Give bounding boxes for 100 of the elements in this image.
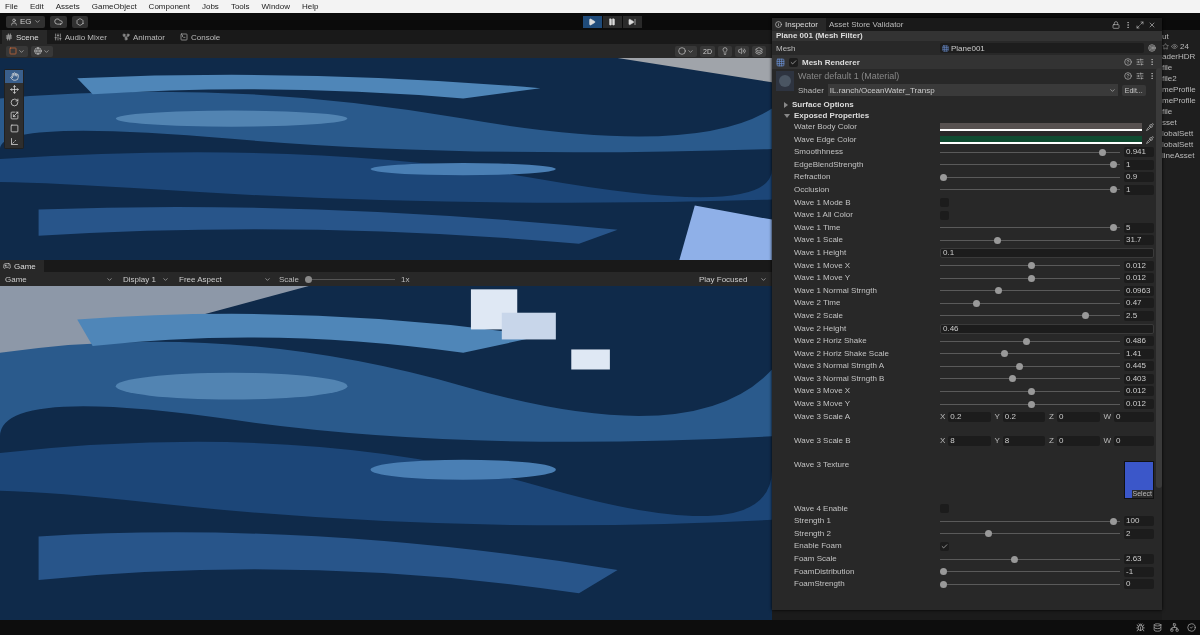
slider-thumb[interactable] xyxy=(940,173,947,181)
slider-thumb[interactable] xyxy=(1016,362,1024,370)
slider-thumb[interactable] xyxy=(993,236,1001,244)
slider-thumb[interactable] xyxy=(1009,375,1017,383)
network-icon[interactable] xyxy=(1170,623,1179,632)
rotate-tool-button[interactable] xyxy=(5,96,23,109)
value-field[interactable]: 0.0963 xyxy=(1124,285,1154,296)
slider-thumb[interactable] xyxy=(1109,186,1117,194)
value-field[interactable]: 2 xyxy=(1124,528,1154,539)
slider-thumb[interactable] xyxy=(1099,148,1107,156)
asset-item[interactable]: lineAsset xyxy=(1162,151,1200,161)
slider-thumb[interactable] xyxy=(1023,337,1031,345)
color-swatch[interactable] xyxy=(940,135,1142,144)
panel-tab[interactable]: Console xyxy=(176,30,229,44)
more-icon[interactable] xyxy=(1124,20,1132,29)
bug-icon[interactable] xyxy=(1136,623,1145,632)
menu-item[interactable]: File xyxy=(5,2,18,11)
asset-item[interactable]: file xyxy=(1162,63,1200,73)
scale-slider[interactable] xyxy=(305,275,395,283)
slider-thumb[interactable] xyxy=(305,275,312,283)
help-icon[interactable] xyxy=(1124,58,1132,66)
menu-item[interactable]: Edit xyxy=(29,2,44,11)
eyedropper-icon[interactable] xyxy=(1146,123,1154,131)
eyedropper-icon[interactable] xyxy=(1146,135,1154,144)
slider-thumb[interactable] xyxy=(995,287,1003,295)
value-field[interactable]: 0.403 xyxy=(1124,373,1154,384)
slider-thumb[interactable] xyxy=(1028,400,1036,408)
value-field[interactable]: 1 xyxy=(1124,184,1154,195)
aspect-dropdown[interactable]: Free Aspect xyxy=(177,273,273,285)
value-field[interactable]: 0.9 xyxy=(1124,172,1154,183)
menu-item[interactable]: GameObject xyxy=(91,2,137,11)
value-field[interactable]: 31.7 xyxy=(1124,235,1154,246)
shader-dropdown[interactable]: IL.ranch/OceanWater_Transp xyxy=(827,84,1118,96)
value-field[interactable]: 0.012 xyxy=(1124,399,1154,410)
menu-item[interactable]: Jobs xyxy=(201,2,219,11)
slider-thumb[interactable] xyxy=(1109,161,1117,169)
panel-tab[interactable]: Scene xyxy=(2,30,47,44)
panel-tab[interactable]: Animator xyxy=(118,30,173,44)
value-field[interactable]: 8 xyxy=(948,435,991,446)
layers-button[interactable] xyxy=(752,45,766,57)
value-field[interactable]: 0 xyxy=(1056,435,1100,446)
lighting-button[interactable] xyxy=(718,45,732,57)
asset-item[interactable]: meProfile xyxy=(1162,96,1200,106)
asset-item[interactable]: lobalSett xyxy=(1162,129,1200,139)
value-field[interactable]: 0.012 xyxy=(1124,260,1154,271)
close-icon[interactable] xyxy=(1148,20,1156,29)
section-title[interactable]: Surface Options xyxy=(792,100,854,109)
asset-item[interactable]: meProfile xyxy=(1162,85,1200,95)
asset-item[interactable]: aderHDR xyxy=(1162,52,1200,62)
slider-thumb[interactable] xyxy=(972,299,980,307)
slider-thumb[interactable] xyxy=(1010,555,1018,563)
section-title[interactable]: Exposed Properties xyxy=(794,111,870,120)
more-icon[interactable] xyxy=(1148,72,1156,80)
slider-thumb[interactable] xyxy=(1081,312,1089,320)
value-field[interactable]: 0 xyxy=(1114,411,1154,422)
value-field[interactable]: 0.941 xyxy=(1124,147,1154,158)
value-field[interactable]: 2.5 xyxy=(1124,310,1154,321)
value-field[interactable]: 0.445 xyxy=(1124,361,1154,372)
account-dropdown[interactable]: EG xyxy=(6,15,45,28)
slider-thumb[interactable] xyxy=(984,530,992,538)
globe-dropdown[interactable] xyxy=(31,45,53,57)
play-mode-dropdown[interactable]: Play Focused xyxy=(697,273,769,285)
asset-item[interactable]: file xyxy=(1162,107,1200,117)
expanded-arrow-icon[interactable] xyxy=(784,113,790,118)
panel-tab[interactable]: Audio Mixer xyxy=(50,30,115,44)
slider-thumb[interactable] xyxy=(1028,387,1036,395)
value-field[interactable]: 0 xyxy=(1114,435,1154,446)
value-field[interactable]: 0 xyxy=(1124,579,1154,590)
slider-thumb[interactable] xyxy=(940,580,947,588)
value-field[interactable]: 0.2 xyxy=(948,411,991,422)
cloud-button[interactable] xyxy=(49,15,67,28)
help-icon[interactable] xyxy=(1124,72,1132,80)
asset-item[interactable]: file2 xyxy=(1162,74,1200,84)
value-field[interactable]: 0.486 xyxy=(1124,336,1154,347)
view-dropdown[interactable]: Game xyxy=(3,273,115,285)
pause-button[interactable] xyxy=(602,15,622,28)
value-field[interactable]: 100 xyxy=(1124,516,1154,527)
menu-item[interactable]: Component xyxy=(148,2,190,11)
value-field[interactable]: 8 xyxy=(1002,435,1045,446)
value-field[interactable]: 0.012 xyxy=(1124,386,1154,397)
value-field[interactable]: 0.012 xyxy=(1124,273,1154,284)
menu-item[interactable]: Tools xyxy=(230,2,250,11)
value-field[interactable]: 0.2 xyxy=(1002,411,1045,422)
check-circle-icon[interactable] xyxy=(1187,623,1196,632)
menu-item[interactable]: Window xyxy=(261,2,290,11)
maximize-icon[interactable] xyxy=(1136,20,1144,29)
value-field[interactable]: 2.63 xyxy=(1124,554,1154,565)
slider-thumb[interactable] xyxy=(1000,350,1008,358)
checkbox[interactable] xyxy=(940,541,949,551)
slider-thumb[interactable] xyxy=(1028,262,1036,270)
lock-icon[interactable] xyxy=(1112,20,1120,29)
mesh-field[interactable]: Plane001 xyxy=(940,43,1144,53)
asset-item[interactable]: lobalSett xyxy=(1162,140,1200,150)
more-icon[interactable] xyxy=(1148,58,1156,66)
value-field[interactable]: 1.41 xyxy=(1124,348,1154,359)
star-icon[interactable] xyxy=(1162,43,1169,50)
asset-item[interactable]: sset xyxy=(1162,118,1200,128)
database-icon[interactable] xyxy=(1153,623,1162,632)
preset-icon[interactable] xyxy=(1136,72,1144,80)
transform-tool-button[interactable] xyxy=(5,135,23,148)
